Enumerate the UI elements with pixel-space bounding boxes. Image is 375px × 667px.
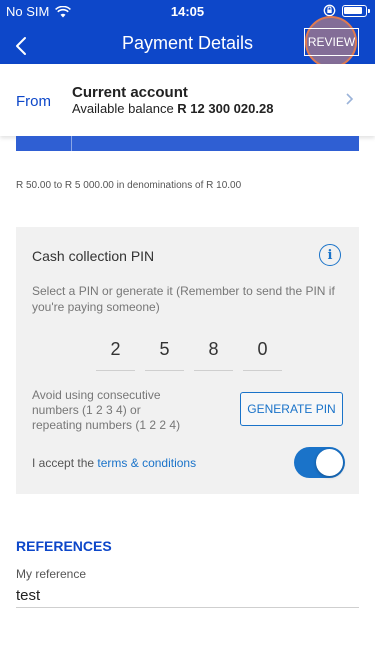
amount-field-partial[interactable] (16, 136, 359, 151)
cash-pin-card: Cash collection PIN i Select a PIN or ge… (16, 227, 359, 494)
accept-prefix: I accept the (32, 456, 95, 470)
pin-description: Select a PIN or generate it (Remember to… (32, 284, 335, 314)
pin-digit-3[interactable]: 8 (194, 337, 233, 371)
my-reference-input[interactable] (16, 583, 359, 608)
accept-terms-toggle[interactable] (294, 447, 345, 478)
review-button[interactable]: REVIEW (304, 28, 359, 56)
pin-digit-1[interactable]: 2 (96, 337, 135, 371)
my-reference-label: My reference (16, 567, 87, 581)
terms-acceptance: I accept the terms & conditions (32, 456, 196, 470)
battery-icon (342, 4, 370, 17)
toggle-knob (316, 449, 343, 476)
from-label: From (16, 93, 51, 110)
amount-field-divider (71, 136, 72, 151)
pin-digits: 2 5 8 0 (96, 337, 282, 371)
pin-title: Cash collection PIN (32, 248, 155, 264)
account-name: Current account (72, 84, 188, 101)
pin-avoid-hint: Avoid using consecutive numbers (1 2 3 4… (32, 388, 181, 432)
from-account-selector[interactable]: From Current account Available balance R… (0, 64, 375, 136)
info-icon[interactable]: i (319, 244, 341, 266)
balance-prefix: Available balance (72, 101, 174, 116)
status-time: 14:05 (170, 4, 205, 19)
chevron-right-icon (346, 93, 354, 105)
app-header: No SIM 14:05 Payment Details REVIEW (0, 0, 375, 68)
generate-pin-button[interactable]: GENERATE PIN (240, 392, 343, 426)
references-heading: REFERENCES (16, 538, 112, 554)
amount-hint: R 50.00 to R 5 000.00 in denominations o… (16, 180, 242, 191)
account-balance: Available balance R 12 300 020.28 (72, 101, 273, 116)
terms-link[interactable]: terms & conditions (97, 456, 196, 470)
pin-digit-4[interactable]: 0 (243, 337, 282, 371)
pin-digit-2[interactable]: 5 (145, 337, 184, 371)
balance-value: R 12 300 020.28 (177, 101, 274, 116)
